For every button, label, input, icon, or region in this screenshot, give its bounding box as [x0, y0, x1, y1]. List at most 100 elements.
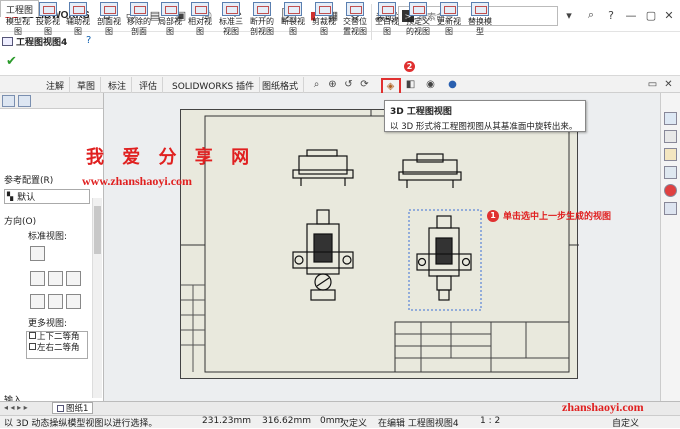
checkbox-icon [29, 332, 36, 339]
tooltip-description: 以 3D 形式将工程图视图从其基准面中旋转出来。 [390, 122, 578, 132]
ok-checkmark-icon[interactable]: ✔ [6, 54, 17, 69]
restore-icon[interactable]: ▭ [646, 78, 659, 91]
empty-view-button[interactable]: 空白视图 [372, 2, 402, 42]
section-view-icon [100, 2, 118, 16]
break-view-icon [284, 2, 302, 16]
resources-icon[interactable] [664, 112, 677, 125]
sheet-tab-1[interactable]: 图纸1 [52, 402, 94, 414]
tab-addins[interactable]: SOLIDWORKS 插件 [167, 77, 261, 94]
close-doc-icon[interactable]: ✕ [662, 78, 675, 91]
appearances-icon[interactable] [664, 184, 677, 197]
view-top-icon[interactable] [30, 246, 45, 261]
auxiliary-view-icon [69, 2, 87, 16]
rotate-icon[interactable]: ⟳ [358, 78, 371, 91]
step-1-text: 单击选中上一步生成的视图 [503, 212, 612, 222]
removed-section-button[interactable]: 移除的剖面 [124, 2, 154, 42]
crop-view-icon [315, 2, 333, 16]
tab-drawing[interactable]: 工程图 [0, 0, 40, 17]
replace-model-icon [471, 2, 489, 16]
break-view-button[interactable]: 断裂视图 [278, 2, 308, 42]
status-x: 231.23mm [202, 416, 252, 426]
relative-view-button[interactable]: 相对视图 [185, 2, 215, 42]
tab-markup[interactable]: 标注 [103, 77, 133, 94]
view-palette-icon[interactable] [664, 166, 677, 179]
tab-annotation[interactable]: 注解 [41, 77, 71, 94]
drawing-view-icon [2, 37, 13, 46]
reference-config-label: 参考配置(R) [4, 176, 54, 186]
help-icon[interactable]: ? [86, 35, 91, 46]
tooltip-title: 3D 工程图视图 [390, 107, 452, 117]
status-editing: 在编辑 工程图视图4 [378, 419, 459, 429]
status-y: 316.62mm [262, 416, 312, 426]
predefined-view-button[interactable]: 预定义的视图 [403, 2, 433, 42]
zoom-area-icon[interactable]: ⊕ [326, 78, 339, 91]
standard-views-label: 标准视图: [28, 232, 68, 242]
side-view [398, 153, 462, 188]
view-right-icon[interactable] [66, 271, 81, 286]
status-scale[interactable]: 1 : 2 [480, 416, 500, 426]
tab-sheet-format[interactable]: 图纸格式 [257, 77, 305, 94]
step-1-callout: 1 单击选中上一步生成的视图 [487, 209, 611, 222]
selected-view [416, 215, 472, 301]
projected-view-icon [39, 2, 57, 16]
previous-view-icon[interactable]: ↺ [342, 78, 355, 91]
replace-model-button[interactable]: 替换模型 [465, 2, 495, 42]
search-icon[interactable]: ⌕ [584, 8, 598, 22]
tab-sketch[interactable]: 草图 [72, 77, 102, 94]
view-back-icon[interactable] [48, 294, 63, 309]
orientation-label: 方向(O) [4, 217, 37, 227]
update-view-button[interactable]: 更新视图 [434, 2, 464, 42]
alternate-position-icon [346, 2, 364, 16]
alternate-position-view-button[interactable]: 交替位置视图 [340, 2, 370, 42]
more-view-item[interactable]: 左右二等角 [29, 343, 87, 354]
broken-out-section-icon [253, 2, 271, 16]
relative-view-icon [191, 2, 209, 16]
status-message: 以 3D 动态操纵模型视图以进行选择。 [4, 419, 158, 429]
display-style-icon[interactable]: ◧ [404, 78, 417, 91]
watermark-corner: zhanshaoyi.com [562, 400, 644, 414]
update-view-icon [440, 2, 458, 16]
reference-config-select[interactable]: ▚ 默认 [4, 189, 90, 204]
broken-out-section-button[interactable]: 断开的剖视图 [247, 2, 277, 42]
property-manager-tab-icon[interactable] [2, 95, 15, 107]
custom-properties-icon[interactable] [664, 202, 677, 215]
more-view-item[interactable]: 上下二等角 [29, 332, 87, 343]
tab-evaluate[interactable]: 评估 [134, 77, 164, 94]
predefined-view-icon [409, 2, 427, 16]
maximize-icon[interactable]: ▢ [644, 8, 658, 22]
crop-view-button[interactable]: 剪裁视图 [309, 2, 339, 42]
view-iso-icon[interactable] [30, 294, 45, 309]
view-left-icon[interactable] [48, 271, 63, 286]
sheet-border [204, 115, 570, 373]
sheet-nav-arrows[interactable]: ◂ ◂ ▸ ▸ [4, 403, 28, 412]
pm-scrollbar[interactable] [92, 198, 102, 398]
step-badge-1: 1 [487, 209, 499, 222]
scene-icon[interactable]: ● [446, 78, 459, 91]
feature-tree-tab-icon[interactable] [18, 95, 31, 107]
view-bottom-icon[interactable] [66, 294, 81, 309]
more-views-label: 更多视图: [28, 319, 68, 329]
scroll-thumb[interactable] [94, 206, 101, 254]
section-view-button[interactable]: 剖面视图 [94, 2, 124, 42]
standard-3-view-icon [222, 2, 240, 16]
hide-show-icon[interactable]: ◉ [424, 78, 437, 91]
config-icon: ▚ [7, 192, 14, 201]
dropdown-arrow-icon[interactable]: ▾ [562, 8, 576, 22]
file-explorer-icon[interactable] [664, 148, 677, 161]
view-front-icon[interactable] [30, 271, 45, 286]
status-unit[interactable]: 自定义 [612, 416, 639, 429]
sheet-icon [57, 404, 64, 412]
close-icon[interactable]: ✕ [662, 8, 676, 22]
standard-3-view-button[interactable]: 标准三视图 [216, 2, 246, 42]
tooltip-3d-drawing-view: 3D 工程图视图 以 3D 形式将工程图视图从其基准面中旋转出来。 [384, 100, 586, 132]
zoom-to-fit-icon[interactable]: ⌕ [310, 78, 323, 91]
minimize-icon[interactable]: — [624, 8, 638, 22]
checkbox-icon [29, 343, 36, 350]
top-view [292, 149, 354, 186]
detail-view-icon [161, 2, 179, 16]
detail-view-button[interactable]: 局部视图 [155, 2, 185, 42]
design-library-icon[interactable] [664, 130, 677, 143]
help-icon[interactable]: ? [604, 8, 618, 22]
empty-view-icon [378, 2, 396, 16]
pm-tab-strip [0, 93, 103, 109]
